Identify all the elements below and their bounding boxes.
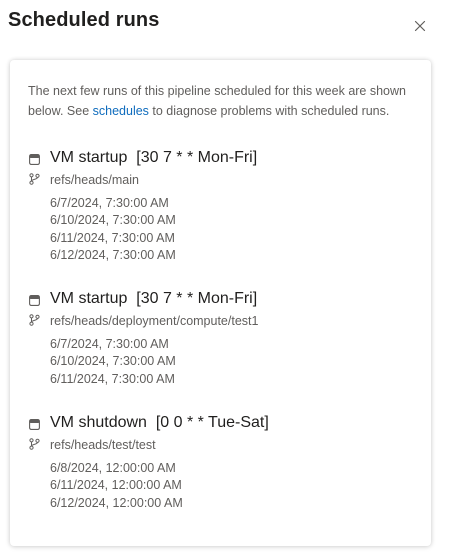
schedule-name: VM shutdown [0 0 * * Tue-Sat] [50, 414, 269, 431]
run-list: 6/8/2024, 12:00:00 AM 6/11/2024, 12:00:0… [50, 460, 423, 512]
scheduled-runs-panel: Scheduled runs The next few runs of this… [0, 0, 454, 553]
scheduled-runs-card: The next few runs of this pipeline sched… [10, 60, 431, 546]
schedule-header: VM startup [30 7 * * Mon-Fri] [28, 290, 423, 313]
branch-row: refs/heads/test/test [28, 437, 423, 455]
schedules-link[interactable]: schedules [93, 104, 149, 118]
branch-name: refs/heads/main [50, 173, 139, 187]
run-list: 6/7/2024, 7:30:00 AM 6/10/2024, 7:30:00 … [50, 195, 423, 264]
run-time: 6/7/2024, 7:30:00 AM [50, 337, 169, 351]
schedule-icon [29, 295, 40, 306]
panel-title: Scheduled runs [8, 9, 160, 31]
branch-name: refs/heads/test/test [50, 438, 156, 452]
schedule-group: VM shutdown [0 0 * * Tue-Sat] refs/heads… [28, 414, 423, 512]
run-time: 6/7/2024, 7:30:00 AM [50, 196, 169, 210]
schedule-header: VM startup [30 7 * * Mon-Fri] [28, 149, 423, 172]
branch-icon [29, 438, 40, 450]
intro-text-after: to diagnose problems with scheduled runs… [148, 103, 390, 118]
branch-icon [29, 314, 40, 326]
schedule-group: VM startup [30 7 * * Mon-Fri] refs/heads… [28, 290, 423, 388]
run-time: 6/11/2024, 12:00:00 AM [50, 478, 182, 493]
run-time: 6/12/2024, 12:00:00 AM [50, 495, 183, 510]
intro-text: The next few runs of this pipeline sched… [28, 82, 418, 121]
branch-icon [29, 173, 40, 185]
schedule-header: VM shutdown [0 0 * * Tue-Sat] [28, 414, 423, 437]
close-icon [414, 20, 426, 32]
schedule-icon [29, 419, 40, 430]
schedule-name: VM startup [30 7 * * Mon-Fri] [50, 149, 258, 166]
run-time: 6/11/2024, 7:30:00 AM [50, 230, 175, 245]
branch-row: refs/heads/deployment/compute/test1 [28, 313, 423, 331]
schedule-group: VM startup [30 7 * * Mon-Fri] refs/heads… [28, 149, 423, 264]
run-time: 6/10/2024, 7:30:00 AM [50, 213, 176, 228]
run-time: 6/10/2024, 7:30:00 AM [50, 354, 176, 369]
run-time: 6/8/2024, 12:00:00 AM [50, 461, 176, 475]
branch-name: refs/heads/deployment/compute/test1 [50, 314, 259, 328]
branch-row: refs/heads/main [28, 172, 423, 190]
run-time: 6/12/2024, 7:30:00 AM [50, 247, 176, 262]
run-time: 6/11/2024, 7:30:00 AM [50, 371, 175, 386]
schedule-icon [29, 154, 40, 165]
run-list: 6/7/2024, 7:30:00 AM 6/10/2024, 7:30:00 … [50, 336, 423, 388]
schedule-name: VM startup [30 7 * * Mon-Fri] [50, 290, 258, 307]
close-button[interactable] [410, 16, 430, 36]
